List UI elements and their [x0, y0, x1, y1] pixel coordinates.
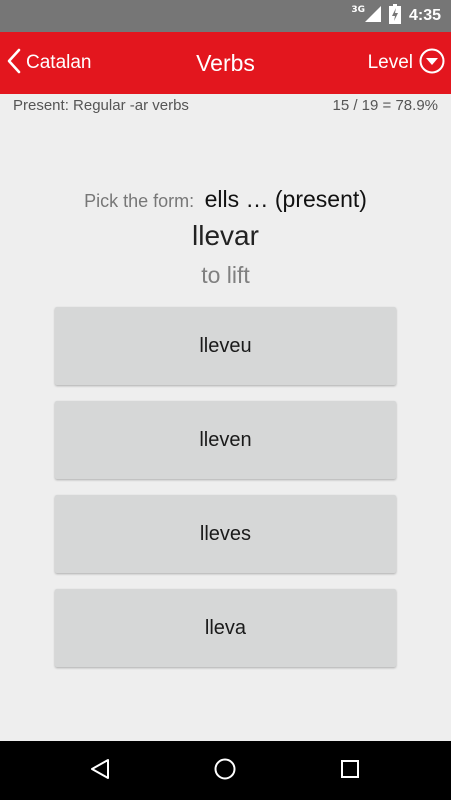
- verb-translation: to lift: [201, 262, 250, 288]
- answer-option-button[interactable]: lleven: [55, 401, 396, 479]
- back-label: Catalan: [26, 52, 92, 73]
- app-bar: Catalan Verbs Level: [0, 32, 451, 94]
- answer-option-button[interactable]: lleves: [55, 495, 396, 573]
- chevron-down-circle-icon: [419, 48, 445, 78]
- question-prompt: Pick the form: ells … (present): [0, 186, 451, 213]
- level-dropdown-button[interactable]: Level: [368, 32, 445, 94]
- level-label: Level: [367, 52, 413, 73]
- chevron-left-icon: [6, 48, 22, 78]
- answer-option-button[interactable]: lleveu: [55, 307, 396, 385]
- system-nav-bar: [0, 741, 451, 800]
- back-to-catalan-button[interactable]: Catalan: [6, 32, 92, 94]
- battery-charging-icon: [388, 4, 401, 28]
- lesson-name: Present: Regular -ar verbs: [13, 97, 189, 114]
- status-icons: 3G 4:35: [351, 0, 441, 32]
- answer-option-button[interactable]: lleva: [55, 589, 396, 667]
- signal-icon: [364, 6, 381, 26]
- status-bar: 3G 4:35: [0, 0, 451, 32]
- score-text: 15 / 19 = 78.9%: [332, 97, 439, 114]
- status-time: 4:35: [408, 7, 441, 24]
- back-nav-icon: [88, 757, 112, 785]
- nav-recents-button[interactable]: [320, 741, 380, 800]
- verb-infinitive: llevar: [192, 220, 259, 251]
- requested-form: ells … (present): [204, 186, 367, 212]
- recents-nav-icon: [339, 758, 361, 784]
- network-type-label: 3G: [351, 5, 365, 15]
- prompt-label: Pick the form:: [84, 191, 195, 211]
- lesson-info-bar: Present: Regular -ar verbs 15 / 19 = 78.…: [0, 94, 451, 120]
- nav-back-button[interactable]: [70, 741, 130, 800]
- home-nav-icon: [213, 757, 237, 785]
- nav-home-button[interactable]: [195, 741, 255, 800]
